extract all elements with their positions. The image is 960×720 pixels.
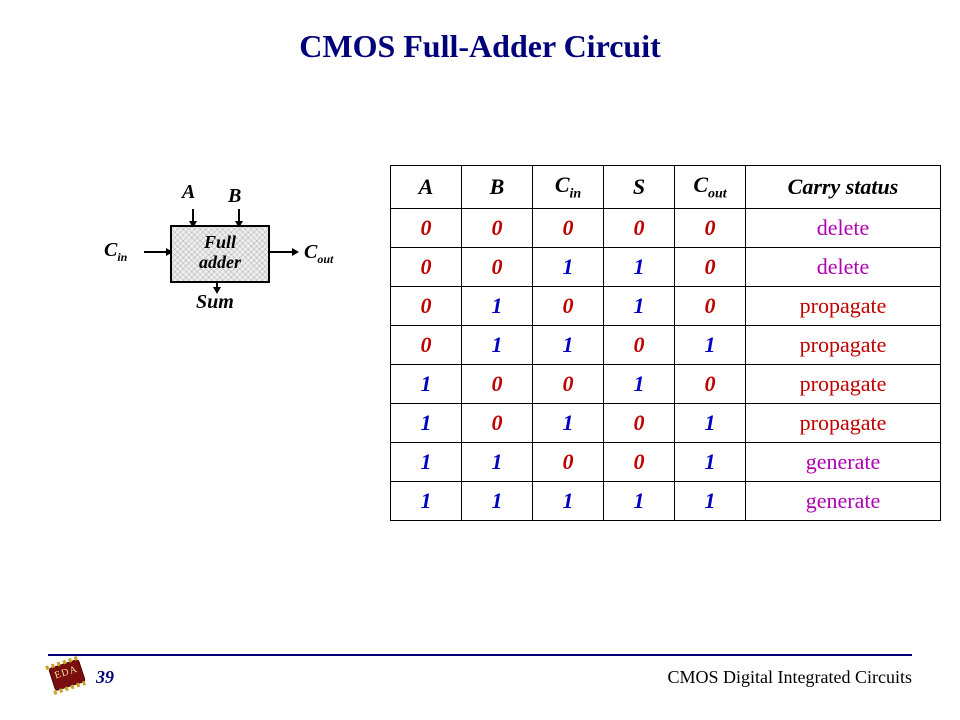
col-cout: Cout — [675, 166, 746, 209]
cell-value: 0 — [604, 209, 675, 248]
label-cin: Cin — [104, 239, 127, 265]
label-cout: Cout — [304, 241, 333, 267]
cell-value: 0 — [533, 365, 604, 404]
cell-value: 0 — [533, 443, 604, 482]
cell-value: 1 — [391, 482, 462, 521]
label-sum: Sum — [196, 291, 234, 314]
cell-value: 0 — [675, 365, 746, 404]
table-row: 11001generate — [391, 443, 941, 482]
cell-value: 1 — [391, 404, 462, 443]
cell-value: 1 — [533, 482, 604, 521]
arrow-icon — [213, 287, 221, 294]
col-s: S — [604, 166, 675, 209]
label-cin-sub: in — [117, 250, 127, 264]
table-row: 10101propagate — [391, 404, 941, 443]
cell-value: 1 — [462, 287, 533, 326]
footer-row: EDA 39 CMOS Digital Integrated Circuits — [48, 660, 912, 694]
cell-value: 1 — [462, 443, 533, 482]
cell-value: 0 — [604, 443, 675, 482]
cell-value: 0 — [462, 404, 533, 443]
cell-value: 0 — [533, 209, 604, 248]
full-adder-box: Full adder — [170, 225, 270, 283]
cell-value: 0 — [462, 248, 533, 287]
label-cin-base: C — [104, 239, 117, 261]
col-cin: Cin — [533, 166, 604, 209]
cell-value: 1 — [604, 287, 675, 326]
slide-title: CMOS Full-Adder Circuit — [0, 0, 960, 65]
arrow-icon — [292, 248, 299, 256]
box-label-line2: adder — [199, 252, 241, 272]
page-number: 39 — [96, 667, 114, 688]
cell-value: 0 — [391, 287, 462, 326]
label-cout-sub: out — [317, 252, 333, 266]
cell-value: 1 — [675, 326, 746, 365]
box-label: Full adder — [172, 227, 268, 273]
table-head: A B Cin S Cout Carry status — [391, 166, 941, 209]
cell-value: 1 — [533, 248, 604, 287]
cell-value: 0 — [391, 209, 462, 248]
table-row: 11111generate — [391, 482, 941, 521]
cell-value: 0 — [675, 248, 746, 287]
cell-value: 1 — [675, 482, 746, 521]
box-label-line1: Full — [204, 232, 236, 252]
table-row: 10010propagate — [391, 365, 941, 404]
cell-value: 0 — [533, 287, 604, 326]
cell-status: propagate — [746, 404, 941, 443]
cell-status: propagate — [746, 326, 941, 365]
col-a: A — [391, 166, 462, 209]
chip-icon: EDA — [49, 660, 84, 690]
slide-content: A B Cin Cout Sum Full adder — [0, 165, 960, 521]
footer-left: EDA 39 — [48, 660, 114, 694]
footer-rule — [48, 654, 912, 656]
cell-value: 1 — [462, 482, 533, 521]
slide: CMOS Full-Adder Circuit A B Cin Cout Sum — [0, 0, 960, 720]
eda-logo-icon: EDA — [48, 660, 88, 694]
cell-value: 1 — [533, 326, 604, 365]
cell-value: 1 — [462, 326, 533, 365]
col-status: Carry status — [746, 166, 941, 209]
cell-status: delete — [746, 248, 941, 287]
header-row: A B Cin S Cout Carry status — [391, 166, 941, 209]
cell-status: propagate — [746, 287, 941, 326]
cell-value: 0 — [462, 365, 533, 404]
cell-value: 0 — [604, 326, 675, 365]
cell-value: 0 — [604, 404, 675, 443]
cell-value: 1 — [604, 248, 675, 287]
course-name: CMOS Digital Integrated Circuits — [668, 667, 912, 688]
cell-value: 1 — [391, 443, 462, 482]
truth-table: A B Cin S Cout Carry status 00000delete0… — [390, 165, 941, 521]
cell-value: 0 — [675, 287, 746, 326]
cell-status: generate — [746, 443, 941, 482]
footer: EDA 39 CMOS Digital Integrated Circuits — [48, 654, 912, 694]
cell-status: delete — [746, 209, 941, 248]
cell-value: 1 — [533, 404, 604, 443]
label-cout-base: C — [304, 241, 317, 263]
cell-value: 0 — [391, 326, 462, 365]
col-b: B — [462, 166, 533, 209]
table-row: 00000delete — [391, 209, 941, 248]
cell-value: 1 — [604, 482, 675, 521]
cell-value: 0 — [675, 209, 746, 248]
table-row: 01101propagate — [391, 326, 941, 365]
cell-status: generate — [746, 482, 941, 521]
label-a: A — [182, 181, 195, 204]
cell-value: 0 — [391, 248, 462, 287]
cell-value: 1 — [391, 365, 462, 404]
truth-table-wrap: A B Cin S Cout Carry status 00000delete0… — [390, 165, 941, 521]
label-b: B — [228, 185, 241, 208]
cell-value: 1 — [604, 365, 675, 404]
cell-value: 0 — [462, 209, 533, 248]
table-body: 00000delete00110delete01010propagate0110… — [391, 209, 941, 521]
cell-status: propagate — [746, 365, 941, 404]
table-row: 01010propagate — [391, 287, 941, 326]
logo-text: EDA — [50, 663, 82, 683]
cell-value: 1 — [675, 404, 746, 443]
cell-value: 1 — [675, 443, 746, 482]
table-row: 00110delete — [391, 248, 941, 287]
full-adder-diagram: A B Cin Cout Sum Full adder — [40, 165, 380, 385]
